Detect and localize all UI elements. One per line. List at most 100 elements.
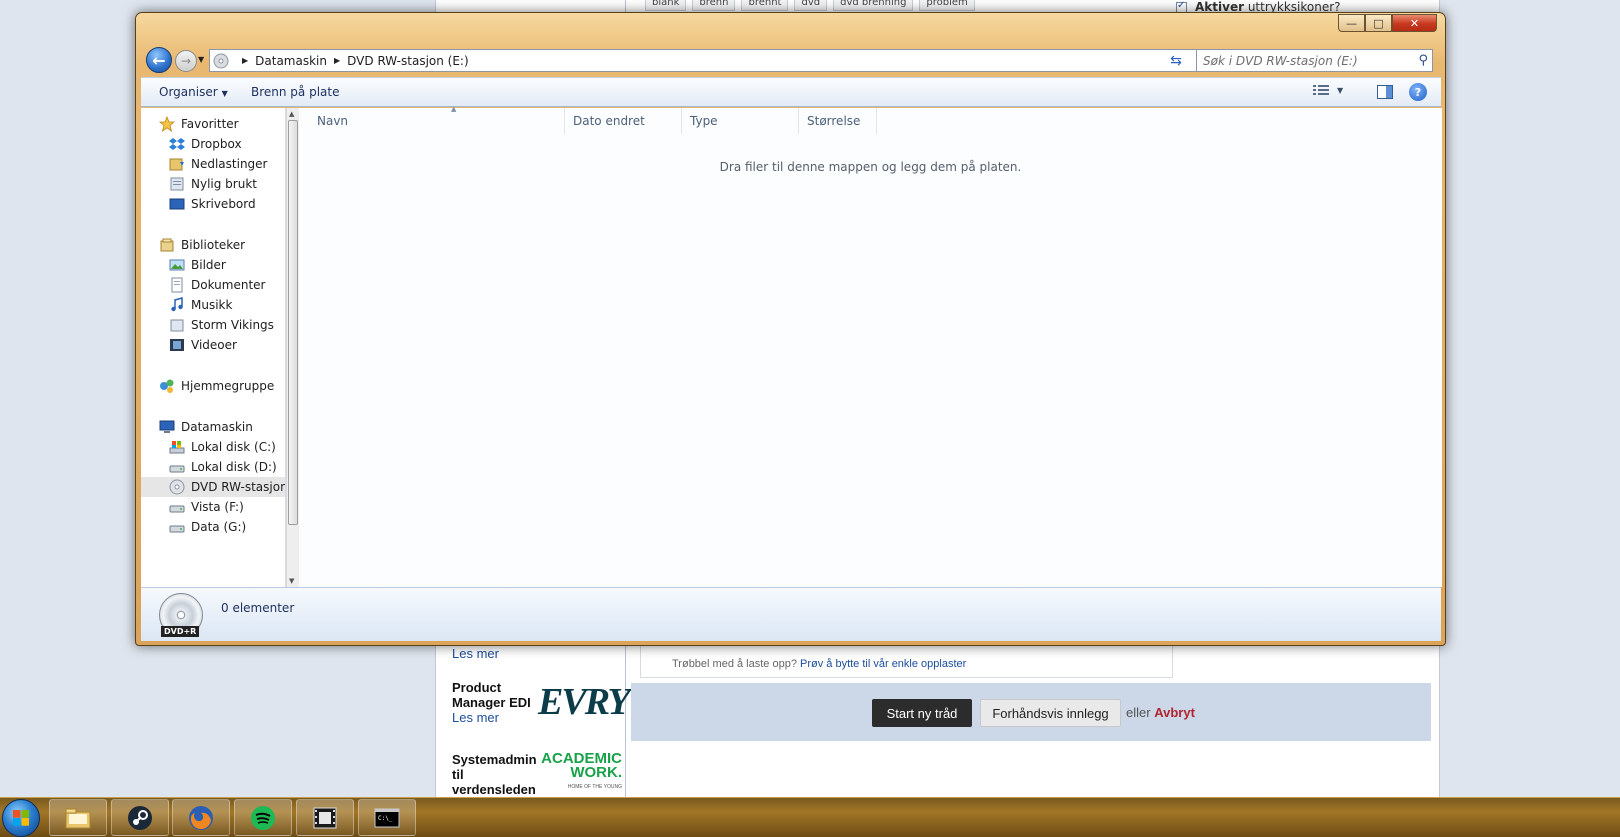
organize-menu[interactable]: Organiser ▼ (159, 85, 228, 99)
recent-places-icon (169, 176, 185, 192)
explorer-window: — □ ✕ ← → ▼ ▶ Datamaskin ▶ DVD RW-stasjo… (135, 12, 1446, 646)
tag[interactable]: blank (645, 0, 687, 11)
nav-item-storm-vikings[interactable]: Storm Vikings (169, 315, 274, 335)
nav-scrollbar[interactable]: ▲ ▼ (286, 108, 299, 587)
back-button[interactable]: ← (146, 47, 172, 73)
dvd-drive-icon (169, 479, 185, 495)
ad-title[interactable]: Product Manager EDI (452, 680, 536, 710)
start-thread-button[interactable]: Start ny tråd (872, 699, 972, 727)
emoticons-checkbox[interactable] (1176, 0, 1187, 13)
help-icon[interactable]: ? (1409, 83, 1427, 101)
search-icon[interactable]: ⚲ (1418, 53, 1428, 68)
simple-uploader-link[interactable]: Prøv å bytte til vår enkle opplaster (800, 658, 966, 670)
pictures-icon (169, 257, 185, 273)
library-folder-icon (169, 317, 185, 333)
taskbar: C:\_ (0, 797, 1620, 837)
hard-drive-icon (169, 519, 185, 535)
nav-item-desktop[interactable]: Skrivebord (169, 194, 256, 214)
tag[interactable]: problem (919, 0, 975, 11)
preview-pane-icon[interactable] (1377, 85, 1393, 99)
taskbar-firefox[interactable] (172, 799, 230, 836)
back-arrow-icon: ← (152, 50, 166, 70)
folder-icon (65, 808, 91, 828)
details-view-icon (1313, 85, 1329, 95)
nav-item-pictures[interactable]: Bilder (169, 255, 226, 275)
cancel-link[interactable]: Avbryt (1154, 705, 1195, 720)
taskbar-explorer[interactable] (49, 799, 107, 836)
scroll-down-icon[interactable]: ▼ (289, 577, 294, 585)
nav-item-videos[interactable]: Videoer (169, 335, 237, 355)
taskbar-steam[interactable] (111, 799, 169, 836)
tag[interactable]: brenn (692, 0, 736, 11)
nav-item-drive-c[interactable]: Lokal disk (C:) (169, 437, 276, 457)
cancel-area: eller Avbryt (1126, 705, 1195, 720)
search-input[interactable]: Søk i DVD RW-stasjon (E:) ⚲ (1196, 49, 1433, 72)
ad-read-more-link[interactable]: Les mer (452, 646, 622, 661)
tag[interactable]: dvd (794, 0, 828, 11)
job-ad: Les mer (452, 646, 622, 661)
documents-icon (169, 277, 185, 293)
burn-to-disc-button[interactable]: Brenn på plate (251, 85, 340, 99)
recent-pages-dropdown[interactable]: ▼ (198, 55, 204, 64)
scroll-up-icon[interactable]: ▲ (289, 110, 294, 118)
address-bar[interactable]: ▶ Datamaskin ▶ DVD RW-stasjon (E:) ▼ (209, 49, 1228, 72)
refresh-button[interactable]: ⇆ (1165, 50, 1187, 72)
nav-item-documents[interactable]: Dokumenter (169, 275, 265, 295)
nav-libraries[interactable]: Biblioteker (159, 235, 245, 255)
column-header-name[interactable]: Navn ▲ (309, 105, 565, 134)
column-header-date[interactable]: Dato endret (565, 108, 682, 134)
scroll-thumb[interactable] (288, 120, 298, 525)
nav-item-downloads[interactable]: Nedlastinger (169, 154, 268, 174)
breadcrumb-chevron-icon[interactable]: ▶ (334, 56, 340, 65)
nav-item-drive-d[interactable]: Lokal disk (D:) (169, 457, 277, 477)
tag[interactable]: dvd brenning (833, 0, 914, 11)
nav-item-drive-f[interactable]: Vista (F:) (169, 497, 244, 517)
column-header-size[interactable]: Størrelse (799, 108, 877, 134)
start-button[interactable] (2, 799, 40, 837)
nav-item-recent[interactable]: Nylig brukt (169, 174, 257, 194)
chevron-down-icon: ▼ (221, 89, 228, 98)
taskbar-command-prompt[interactable]: C:\_ (358, 799, 416, 836)
sort-ascending-icon: ▲ (451, 105, 457, 113)
breadcrumb-chevron-icon[interactable]: ▶ (242, 56, 248, 65)
refresh-icon: ⇆ (1170, 53, 1182, 69)
command-prompt-icon: C:\_ (374, 808, 400, 827)
videos-icon (169, 337, 185, 353)
taskbar-media-player[interactable] (296, 799, 354, 836)
column-header-type[interactable]: Type (682, 108, 799, 134)
upload-help: Trøbbel med å laste opp? Prøv å bytte ti… (672, 658, 966, 670)
command-bar: Organiser ▼ Brenn på plate ▼ ? (141, 77, 1441, 107)
navigation-pane: Favoritter Dropbox Nedlastinger Nylig br… (141, 108, 286, 587)
film-icon (313, 807, 337, 828)
change-view-button[interactable]: ▼ (1313, 84, 1343, 96)
nav-item-dropbox[interactable]: Dropbox (169, 134, 242, 154)
nav-computer[interactable]: Datamaskin (159, 417, 253, 437)
forward-arrow-icon: → (180, 54, 192, 68)
maximize-button[interactable]: □ (1365, 14, 1392, 32)
breadcrumb-item[interactable]: Datamaskin (255, 54, 327, 68)
file-list: Navn ▲ Dato endret Type Størrelse Dra fi… (299, 105, 1442, 587)
homegroup-icon (159, 378, 175, 394)
evry-logo: EVRY (538, 681, 631, 723)
preview-post-button[interactable]: Forhåndsvis innlegg (980, 699, 1121, 727)
music-icon (169, 297, 185, 313)
ad-title[interactable]: Systemadmin til verdensleden (452, 752, 537, 797)
job-ad: Product Manager EDI Les mer EVRY (452, 680, 631, 740)
disc-icon (213, 53, 229, 68)
item-count: 0 elementer (221, 601, 295, 615)
minimize-button[interactable]: — (1338, 14, 1365, 32)
nav-homegroup[interactable]: Hjemmegruppe (159, 376, 274, 396)
nav-item-music[interactable]: Musikk (169, 295, 232, 315)
tag[interactable]: brennt (741, 0, 789, 11)
nav-item-drive-g[interactable]: Data (G:) (169, 517, 246, 537)
taskbar-spotify[interactable] (234, 799, 292, 836)
close-button[interactable]: ✕ (1392, 14, 1437, 32)
dvd-label: DVD+R (161, 626, 200, 637)
nav-favorites[interactable]: Favoritter (158, 114, 239, 134)
forward-button[interactable]: → (175, 50, 197, 72)
breadcrumb-item[interactable]: DVD RW-stasjon (E:) (347, 54, 469, 68)
nav-item-dvd-drive[interactable]: DVD RW-stasjon (141, 477, 285, 497)
libraries-icon (159, 237, 175, 253)
steam-icon (128, 805, 152, 830)
downloads-folder-icon (169, 156, 185, 172)
